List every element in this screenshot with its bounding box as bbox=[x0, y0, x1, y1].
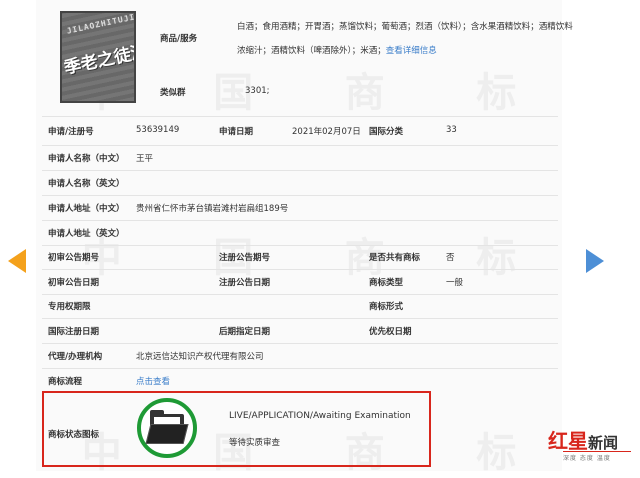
mark-type-value: 一般 bbox=[446, 278, 464, 288]
status-highlight-box bbox=[42, 391, 431, 467]
address-en-label: 申请人地址（英文） bbox=[48, 229, 125, 239]
reg-pub-date-label: 注册公告日期 bbox=[219, 278, 271, 288]
prelim-pub-date-label: 初审公告日期 bbox=[48, 278, 100, 288]
reg-pub-no-label: 注册公告期号 bbox=[219, 253, 271, 263]
address-cn-label: 申请人地址（中文） bbox=[48, 204, 125, 214]
app-date-value: 2021年02月07日 bbox=[292, 127, 361, 137]
status-english: LIVE/APPLICATION/Awaiting Examination bbox=[229, 411, 411, 421]
intl-class-label: 国际分类 bbox=[369, 127, 404, 137]
next-arrow-icon[interactable] bbox=[586, 249, 604, 273]
brand-slogan: 深度 态度 温度 bbox=[563, 455, 611, 462]
brand-divider bbox=[563, 451, 631, 452]
mark-type-label: 商标类型 bbox=[369, 278, 404, 288]
agent-label: 代理/办理机构 bbox=[48, 352, 103, 362]
process-label: 商标流程 bbox=[48, 377, 83, 387]
brand-black-text: 新闻 bbox=[588, 434, 619, 452]
goods-line-2: 浓缩汁；酒精饮料（啤酒除外）；米酒；查看详细信息 bbox=[237, 44, 437, 56]
priority-date-label: 优先权日期 bbox=[369, 327, 412, 337]
address-cn-value: 贵州省仁怀市茅台镇岩滩村岩扁组189号 bbox=[136, 204, 289, 214]
mark-form-label: 商标形式 bbox=[369, 302, 404, 312]
agent-value: 北京远信达知识产权代理有限公司 bbox=[136, 352, 264, 362]
status-icon-label: 商标状态图标 bbox=[48, 430, 100, 440]
shared-value: 否 bbox=[446, 253, 455, 263]
later-designation-label: 后期指定日期 bbox=[219, 327, 271, 337]
trademark-logo-image: JILAOZHITUJIU 季老之徒酒 bbox=[60, 11, 136, 103]
prelim-pub-no-label: 初审公告期号 bbox=[48, 253, 100, 263]
similar-group-label: 类似群 bbox=[160, 88, 186, 98]
goods-line-1: 白酒；食用酒精；开胃酒；蒸馏饮料；葡萄酒；烈酒（饮料）；含水果酒精饮料；酒精饮料 bbox=[237, 22, 573, 32]
intl-reg-date-label: 国际注册日期 bbox=[48, 327, 100, 337]
shared-label: 是否共有商标 bbox=[369, 253, 421, 263]
similar-group-value: 3301; bbox=[245, 86, 270, 96]
applicant-cn-value: 王平 bbox=[136, 154, 154, 164]
prev-arrow-icon[interactable] bbox=[8, 249, 26, 273]
reg-no-label: 申请/注册号 bbox=[48, 127, 94, 137]
intl-class-value: 33 bbox=[446, 125, 457, 135]
brand-red-text: 红星 bbox=[548, 429, 588, 453]
exclusive-period-label: 专用权期限 bbox=[48, 302, 91, 312]
folder-icon-front bbox=[145, 424, 189, 444]
applicant-cn-label: 申请人名称（中文） bbox=[48, 154, 125, 164]
goods-label: 商品/服务 bbox=[160, 34, 198, 44]
view-details-link[interactable]: 查看详细信息 bbox=[386, 46, 437, 56]
applicant-en-label: 申请人名称（英文） bbox=[48, 179, 125, 189]
brand-logo: 红星新闻 bbox=[548, 425, 618, 454]
view-process-link[interactable]: 点击查看 bbox=[136, 375, 170, 387]
status-chinese: 等待实质审查 bbox=[229, 438, 281, 448]
app-date-label: 申请日期 bbox=[219, 127, 254, 137]
goods-line-2-text: 浓缩汁；酒精饮料（啤酒除外）；米酒； bbox=[237, 46, 386, 56]
reg-no-value: 53639149 bbox=[136, 125, 180, 135]
